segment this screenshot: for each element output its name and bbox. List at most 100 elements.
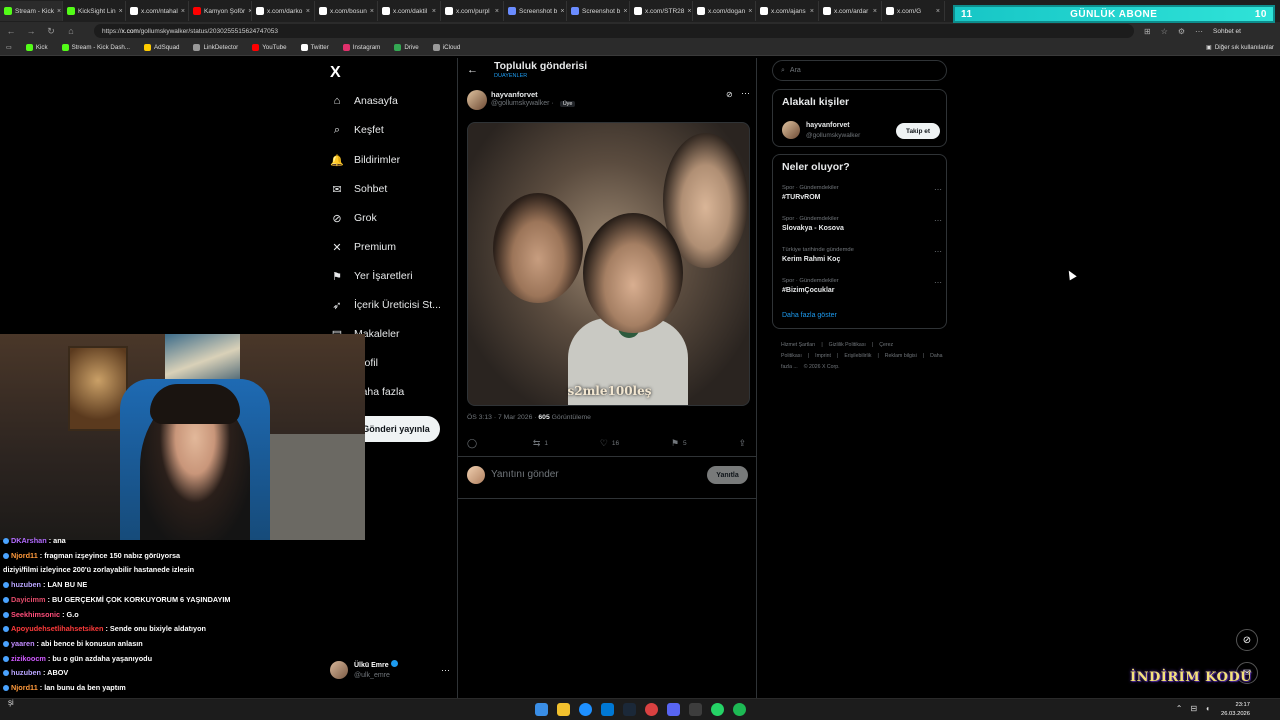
grok-float-icon[interactable]: ⊘: [1236, 629, 1258, 651]
relevant-user-name[interactable]: hayvanforvet: [806, 122, 850, 129]
bookmark-item[interactable]: Twitter: [300, 44, 329, 51]
account-more-icon[interactable]: ⋯: [441, 665, 450, 676]
trend-more-icon[interactable]: ⋯: [934, 278, 942, 287]
chat-username[interactable]: yaaren: [11, 639, 35, 648]
post-image[interactable]: s2mle100leş: [467, 122, 750, 406]
close-icon[interactable]: ×: [810, 8, 814, 15]
bookmark-item[interactable]: iCloud: [432, 44, 460, 51]
back-arrow-icon[interactable]: ←: [467, 64, 478, 76]
favorite-star-icon[interactable]: ☆: [1161, 27, 1168, 36]
browser-tab[interactable]: x.com/purpl ×: [441, 1, 504, 21]
taskbar-clock[interactable]: 23:17 26.03.2026: [1221, 701, 1250, 718]
browser-tab[interactable]: x.com/dogan ×: [693, 1, 756, 21]
footer-link[interactable]: Gizlilik Politikası: [829, 342, 866, 348]
relevant-user-handle[interactable]: @gollumskywalker: [806, 132, 860, 139]
trend-item[interactable]: Spor · Gündemdekiler #BizimÇocuklar ⋯: [782, 278, 942, 294]
close-icon[interactable]: ×: [370, 8, 374, 15]
reload-icon[interactable]: ↻: [46, 26, 56, 37]
search-input[interactable]: ⌕ Ara: [772, 60, 947, 81]
browser-tab[interactable]: x.com/daktil ×: [378, 1, 441, 21]
forward-icon[interactable]: →: [26, 26, 36, 36]
trend-more-icon[interactable]: ⋯: [934, 216, 942, 225]
grok-icon[interactable]: ⊘: [726, 90, 733, 99]
bookmark-item[interactable]: Drive: [394, 44, 419, 51]
bookmark-item[interactable]: Stream - Kick Dash...: [61, 44, 130, 51]
chat-username[interactable]: DKArshan: [11, 536, 47, 545]
close-icon[interactable]: ×: [119, 8, 123, 15]
other-bookmarks-folder[interactable]: ▣ Diğer sık kullanılanlar: [1206, 44, 1274, 51]
nav-item-premium[interactable]: ✕ Premium: [330, 240, 396, 254]
volume-icon[interactable]: ◖: [1205, 704, 1210, 713]
browser-tab[interactable]: x.com/bosun ×: [315, 1, 378, 21]
close-icon[interactable]: ×: [873, 8, 877, 15]
footer-link[interactable]: © 2026 X Corp.: [804, 364, 840, 370]
follow-button[interactable]: Takip et: [896, 123, 940, 139]
nav-item-ke-fet[interactable]: ⌕ Keşfet: [330, 123, 384, 137]
trend-item[interactable]: Spor · Gündemdekiler Slovakya - Kosova ⋯: [782, 216, 942, 232]
browser-tab[interactable]: KickSight Lin ×: [63, 1, 126, 21]
chat-username[interactable]: huzuben: [11, 580, 41, 589]
author-avatar[interactable]: [467, 90, 487, 110]
footer-link[interactable]: Imprint: [815, 353, 831, 359]
chat-username[interactable]: Njord11: [11, 683, 38, 692]
bookmark-item[interactable]: AdSquad: [144, 44, 179, 51]
bookmark-item[interactable]: LinkDetector: [193, 44, 238, 51]
post-timestamp[interactable]: ÖS 3:13 · 7 Mar 2026 ·: [467, 414, 538, 421]
reply-input[interactable]: Yanıtını gönder: [491, 469, 559, 480]
browser-tab[interactable]: Screenshot b ×: [504, 1, 567, 21]
avatar[interactable]: [782, 121, 800, 139]
close-icon[interactable]: ×: [936, 8, 940, 15]
close-icon[interactable]: ×: [57, 8, 61, 15]
bookmark-action[interactable]: ⚑ 5: [671, 438, 687, 449]
nav-item-yer-i-aretleri[interactable]: ⚑ Yer İşaretleri: [330, 269, 413, 283]
footer-link[interactable]: Reklam bilgisi: [885, 353, 917, 359]
url-field[interactable]: https://x.com/gollumskywalker/status/203…: [94, 24, 1134, 38]
edge-icon[interactable]: [579, 703, 592, 716]
whatsapp-icon[interactable]: [711, 703, 724, 716]
apps-icon[interactable]: ▭: [6, 44, 12, 51]
trend-more-icon[interactable]: ⋯: [934, 247, 942, 256]
browser-tab[interactable]: Screenshot b ×: [567, 1, 630, 21]
start-icon[interactable]: [535, 703, 548, 716]
x-logo-icon[interactable]: X: [330, 64, 341, 82]
spotify-icon[interactable]: [733, 703, 746, 716]
browser-tab[interactable]: x.com/G ×: [882, 1, 945, 21]
close-icon[interactable]: ×: [623, 8, 627, 15]
browser-tab[interactable]: x.com/ntahal ×: [126, 1, 189, 21]
nav-item-sohbet[interactable]: ✉ Sohbet: [330, 182, 387, 196]
network-icon[interactable]: ⊟: [1190, 704, 1197, 713]
close-icon[interactable]: ×: [432, 8, 436, 15]
close-icon[interactable]: ×: [687, 8, 691, 15]
close-icon[interactable]: ×: [748, 8, 752, 15]
post-button[interactable]: Gönderi yayınla: [352, 416, 440, 442]
footer-link[interactable]: Hizmet Şartları: [781, 342, 815, 348]
close-icon[interactable]: ×: [306, 8, 310, 15]
share-action[interactable]: ⇪: [738, 438, 750, 449]
chat-username[interactable]: zizikoocm: [11, 654, 46, 663]
chat-username[interactable]: huzuben: [11, 668, 41, 677]
obs-icon[interactable]: [645, 703, 658, 716]
translate-icon[interactable]: ⊞: [1144, 27, 1151, 36]
heart-action[interactable]: ♡ 16: [600, 438, 619, 449]
browser-tab[interactable]: x.com/ardar ×: [819, 1, 882, 21]
reply-button[interactable]: Yanıtla: [707, 466, 748, 484]
community-name[interactable]: DUAYENLER: [494, 73, 527, 79]
chat-username[interactable]: Dayicimm: [11, 595, 45, 604]
chat-username[interactable]: Njord11: [11, 551, 38, 560]
show-more-link[interactable]: Daha fazla göster: [782, 312, 837, 319]
trend-item[interactable]: Spor · Gündemdekiler #TURvROM ⋯: [782, 185, 942, 201]
nav-item-bildirimler[interactable]: 🔔 Bildirimler: [330, 153, 400, 167]
author-handle[interactable]: @gollumskywalker: [491, 100, 549, 107]
trend-item[interactable]: Türkiye tarihinde gündemde Kerim Rahmi Ko…: [782, 247, 942, 263]
chat-username[interactable]: Apoyudehsetlihahsetsiken: [11, 624, 103, 633]
app-icon[interactable]: [689, 703, 702, 716]
close-icon[interactable]: ×: [181, 8, 185, 15]
trend-more-icon[interactable]: ⋯: [934, 185, 942, 194]
reply-action[interactable]: ◯: [467, 438, 481, 449]
nav-item-grok[interactable]: ⊘ Grok: [330, 211, 376, 225]
close-icon[interactable]: ×: [495, 8, 499, 15]
browser-tab[interactable]: Kamyon Şoför ×: [189, 1, 252, 21]
discord-icon[interactable]: [667, 703, 680, 716]
bookmark-item[interactable]: YouTube: [252, 44, 287, 51]
bookmark-item[interactable]: Instagram: [342, 44, 380, 51]
